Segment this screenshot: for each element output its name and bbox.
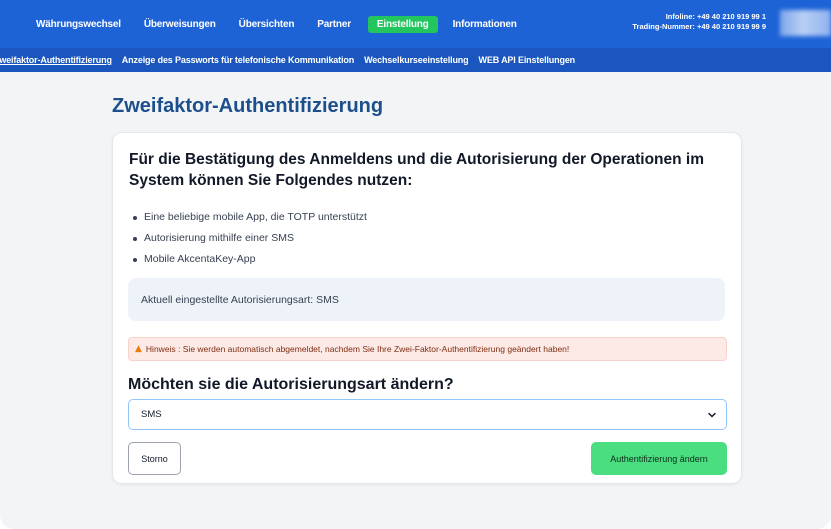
page-title: Zweifaktor-Authentifizierung [112, 95, 384, 117]
subnav-item-web-api[interactable]: WEB API Einstellungen [479, 55, 576, 65]
current-method-text: Aktuell eingestellte Autorisierungsart: … [141, 293, 339, 306]
list-item-text: Eine beliebige mobile App, die TOTP unte… [144, 211, 367, 223]
app-frame: ) Währungswechsel Überweisungen Übersich… [0, 0, 831, 529]
notice-text: Hinweis : Sie werden automatisch abgemel… [145, 344, 570, 354]
list-item-text: Mobile AkcentaKey-App [144, 253, 256, 265]
auth-method-select[interactable]: SMS [128, 399, 727, 430]
current-method-box: Aktuell eingestellte Autorisierungsart: … [128, 278, 725, 321]
two-factor-card: Für die Bestätigung des Anmeldens und di… [112, 132, 742, 484]
subnav-item-wechselkurse[interactable]: Wechselkurseeinstellung [364, 55, 469, 65]
settings-subnav: Zweifaktor-Authentifizierung Anzeige des… [0, 48, 831, 72]
list-item: Mobile AkcentaKey-App [133, 249, 367, 270]
method-list: Eine beliebige mobile App, die TOTP unte… [133, 207, 367, 270]
nav-item-partner[interactable]: Partner [317, 16, 351, 33]
chevron-down-icon [708, 412, 716, 418]
cancel-button[interactable]: Storno [128, 442, 181, 475]
change-method-heading: Möchten sie die Autorisierungsart ändern… [128, 376, 454, 393]
partial-logo-glyph: ) [0, 16, 1, 30]
nav-item-einstellung[interactable]: Einstellung [367, 16, 438, 33]
nav-item-waehrungswechsel[interactable]: Währungswechsel [36, 16, 121, 33]
infoline-number: Infoline: +49 40 210 919 99 1 [665, 12, 766, 21]
logout-notice: ▲ Hinweis : Sie werden automatisch abgem… [128, 337, 727, 361]
bullet-icon [133, 236, 137, 241]
bullet-icon [133, 215, 137, 220]
list-item: Autorisierung mithilfe einer SMS [133, 228, 367, 249]
contact-info: Infoline: +49 40 210 919 99 1 Trading-Nu… [584, 12, 766, 32]
trading-number: Trading-Nummer: +49 40 210 919 99 9 [632, 22, 766, 31]
list-item: Eine beliebige mobile App, die TOTP unte… [133, 207, 367, 228]
nav-item-ueberweisungen[interactable]: Überweisungen [144, 16, 216, 33]
main-nav: Währungswechsel Überweisungen Übersichte… [36, 16, 540, 33]
bullet-icon [133, 257, 137, 262]
nav-item-informationen[interactable]: Informationen [453, 16, 517, 33]
intro-heading: Für die Bestätigung des Anmeldens und di… [129, 151, 704, 189]
nav-item-uebersichten[interactable]: Übersichten [239, 16, 295, 33]
subnav-item-passwort-anzeige[interactable]: Anzeige des Passworts für telefonische K… [122, 55, 354, 65]
user-account-menu[interactable] [780, 10, 831, 36]
change-auth-button[interactable]: Authentifizierung ändern [591, 442, 727, 475]
select-value: SMS [141, 409, 162, 420]
top-navigation-bar: ) Währungswechsel Überweisungen Übersich… [0, 0, 831, 48]
warning-triangle-icon: ▲ [135, 344, 142, 354]
subnav-item-zweifaktor[interactable]: Zweifaktor-Authentifizierung [0, 55, 112, 65]
list-item-text: Autorisierung mithilfe einer SMS [144, 232, 294, 244]
